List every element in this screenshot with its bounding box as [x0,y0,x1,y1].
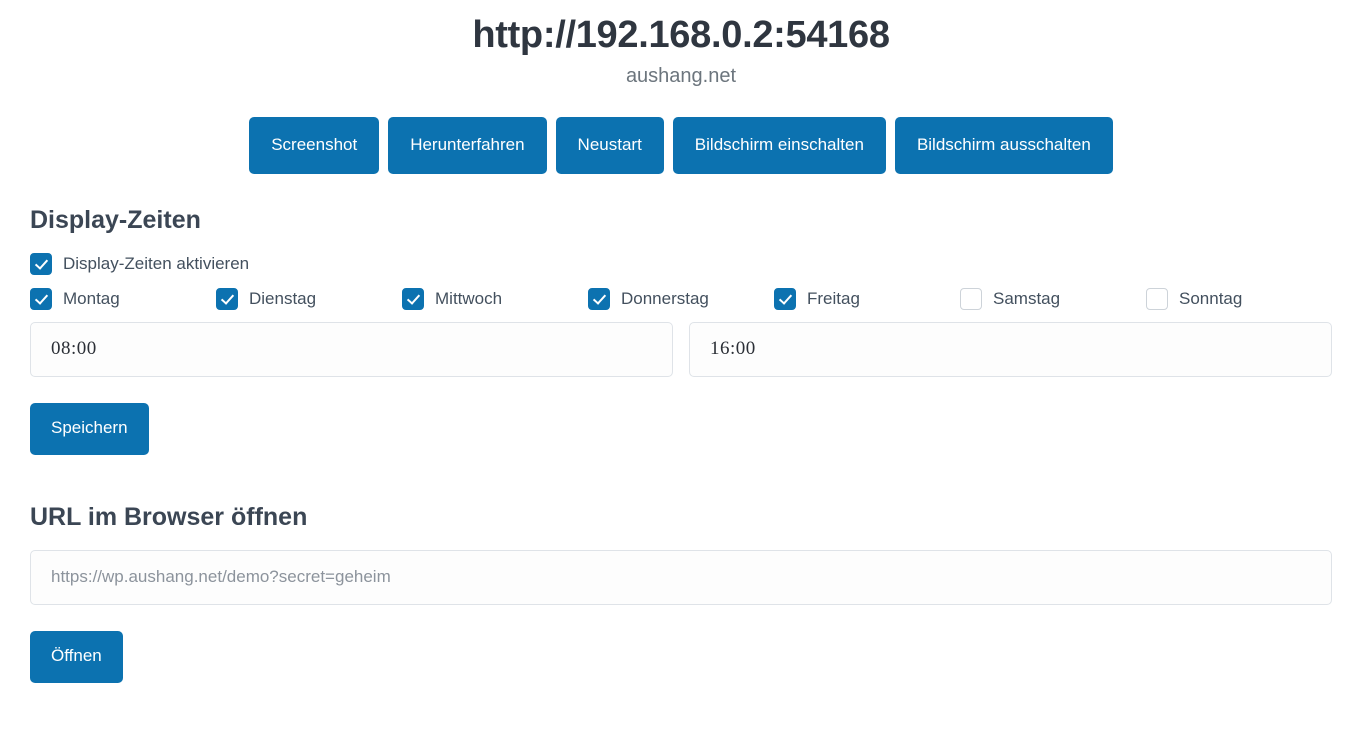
enable-display-times-label: Display-Zeiten aktivieren [63,254,250,274]
url-section: URL im Browser öffnen https://wp.aushang… [30,502,1332,683]
url-input-placeholder: https://wp.aushang.net/demo?secret=gehei… [51,567,391,587]
weekday-friday-label: Freitag [807,289,860,309]
main-content: Display-Zeiten Display-Zeiten aktivieren… [0,205,1362,683]
start-time-input[interactable]: 08:00 [30,321,673,377]
page-header: http://192.168.0.2:54168 aushang.net [0,0,1362,88]
weekday-friday[interactable]: Freitag [774,287,960,310]
time-range-row: 08:00 16:00 [30,321,1332,377]
weekday-thursday-label: Donnerstag [621,289,709,309]
weekday-thursday[interactable]: Donnerstag [588,287,774,310]
open-url-heading: URL im Browser öffnen [30,502,308,531]
app-page: http://192.168.0.2:54168 aushang.net Scr… [0,0,1362,736]
page-title: http://192.168.0.2:54168 [472,14,890,56]
weekday-tuesday-checkbox[interactable] [216,287,238,310]
weekday-friday-checkbox[interactable] [774,287,796,310]
weekday-wednesday[interactable]: Mittwoch [402,287,588,310]
end-time-input[interactable]: 16:00 [689,321,1332,377]
action-button-row: Screenshot Herunterfahren Neustart Bilds… [0,116,1362,174]
weekday-tuesday-label: Dienstag [249,289,317,309]
save-button[interactable]: Speichern [30,402,149,455]
weekday-thursday-checkbox[interactable] [588,287,610,310]
weekday-sunday-label: Sonntag [1179,289,1243,309]
enable-display-times-row[interactable]: Display-Zeiten aktivieren [30,252,1332,275]
weekday-saturday-checkbox[interactable] [960,287,982,310]
weekday-checkbox-row: Montag Dienstag Mittwoch Donnerstag Frei… [30,287,1332,310]
weekday-saturday[interactable]: Samstag [960,287,1146,310]
restart-button[interactable]: Neustart [555,116,664,174]
url-input[interactable]: https://wp.aushang.net/demo?secret=gehei… [30,549,1332,605]
start-time-value: 08:00 [51,338,97,360]
display-times-heading: Display-Zeiten [30,205,201,234]
weekday-tuesday[interactable]: Dienstag [216,287,402,310]
save-button-wrap: Speichern [30,402,1332,455]
screen-off-button[interactable]: Bildschirm ausschalten [894,116,1113,174]
screenshot-button[interactable]: Screenshot [249,116,380,174]
weekday-sunday[interactable]: Sonntag [1146,287,1332,310]
weekday-wednesday-checkbox[interactable] [402,287,424,310]
weekday-monday[interactable]: Montag [30,287,216,310]
page-subtitle: aushang.net [625,64,737,87]
enable-display-times-checkbox[interactable] [30,252,52,275]
weekday-monday-checkbox[interactable] [30,287,52,310]
weekday-wednesday-label: Mittwoch [435,289,503,309]
weekday-saturday-label: Samstag [993,289,1061,309]
screen-on-button[interactable]: Bildschirm einschalten [672,116,886,174]
weekday-monday-label: Montag [63,289,120,309]
shutdown-button[interactable]: Herunterfahren [388,116,547,174]
end-time-value: 16:00 [710,338,756,360]
weekday-sunday-checkbox[interactable] [1146,287,1168,310]
open-url-button[interactable]: Öffnen [30,630,123,683]
open-button-wrap: Öffnen [30,630,1332,683]
